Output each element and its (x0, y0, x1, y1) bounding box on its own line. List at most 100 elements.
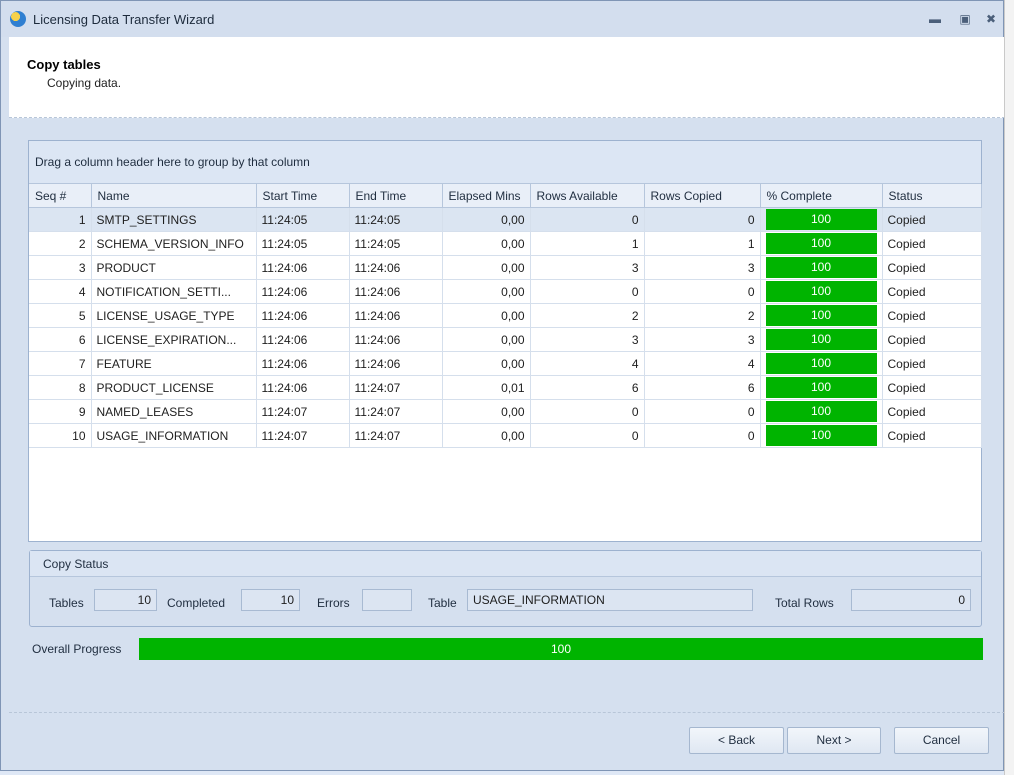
row-name-cell: PRODUCT (91, 255, 257, 280)
column-header[interactable]: Rows Copied (644, 184, 761, 208)
back-button[interactable]: < Back (689, 727, 784, 754)
column-header[interactable]: Status (882, 184, 982, 208)
percent-complete-cell: 100 (760, 423, 883, 448)
minimize-button[interactable]: ▬ (924, 9, 946, 29)
row-available-cell: 3 (530, 255, 645, 280)
table-row[interactable]: 9 NAMED_LEASES 11:24:07 11:24:07 0,00 0 0 100 Co… (29, 399, 982, 424)
row-available-cell: 2 (530, 303, 645, 328)
table-row[interactable]: 5 LICENSE_USAGE_TYPE 11:24:06 11:24:06 0,00 2… (29, 303, 982, 328)
completed-label: Completed (167, 596, 226, 610)
row-end-cell: 11:24:06 (349, 327, 443, 352)
row-status-cell: Copied (882, 351, 982, 376)
row-available-cell: 3 (530, 327, 645, 352)
row-available-cell: 0 (530, 279, 645, 304)
table-row[interactable]: 3 PRODUCT 11:24:06 11:24:06 0,00 3 3 100 Copied (29, 255, 982, 280)
grid-table: Seq # Name Start Time End Time Elapsed M… (29, 184, 982, 448)
row-available-cell: 1 (530, 231, 645, 256)
percent-complete-bar: 100 (765, 281, 877, 302)
row-available-cell: 0 (530, 399, 645, 424)
table-row[interactable]: 8 PRODUCT_LICENSE 11:24:06 11:24:07 0,01 6 6 10… (29, 375, 982, 400)
column-header[interactable]: Start Time (256, 184, 350, 208)
percent-complete-cell: 100 (760, 375, 883, 400)
table-row[interactable]: 10 USAGE_INFORMATION 11:24:07 11:24:07 0,00 0… (29, 423, 982, 448)
row-start-cell: 11:24:06 (256, 255, 350, 280)
row-start-cell: 11:24:06 (256, 279, 350, 304)
row-copied-cell: 2 (644, 303, 761, 328)
percent-complete-bar: 100 (765, 233, 877, 254)
table-row[interactable]: 2 SCHEMA_VERSION_INFO 11:24:05 11:24:05 0,00… (29, 231, 982, 256)
row-copied-cell: 6 (644, 375, 761, 400)
row-status-cell: Copied (882, 423, 982, 448)
row-name-cell: NOTIFICATION_SETTI... (91, 279, 257, 304)
close-button[interactable]: ✖ (980, 9, 1002, 29)
row-name-cell: NAMED_LEASES (91, 399, 257, 424)
row-copied-cell: 3 (644, 255, 761, 280)
table-row[interactable]: 6 LICENSE_EXPIRATION... 11:24:06 11:24:06 0,… (29, 327, 982, 352)
overall-progress-bar: 100 (139, 638, 983, 660)
row-status-cell: Copied (882, 279, 982, 304)
errors-count-field (362, 589, 412, 611)
row-name-cell: SMTP_SETTINGS (91, 207, 257, 232)
row-end-cell: 11:24:07 (349, 423, 443, 448)
row-name-cell: FEATURE (91, 351, 257, 376)
row-status-cell: Copied (882, 231, 982, 256)
row-seq-cell: 10 (29, 423, 92, 448)
footer-divider (9, 712, 1005, 713)
row-elapsed-cell: 0,00 (442, 351, 531, 376)
percent-complete-cell: 100 (760, 327, 883, 352)
percent-complete-cell: 100 (760, 279, 883, 304)
table-row[interactable]: 4 NOTIFICATION_SETTI... 11:24:06 11:24:06 0,… (29, 279, 982, 304)
tables-count-field: 10 (94, 589, 157, 611)
column-header[interactable]: Seq # (29, 184, 92, 208)
table-row[interactable]: 7 FEATURE 11:24:06 11:24:06 0,00 4 4 100 Copied (29, 351, 982, 376)
row-copied-cell: 0 (644, 207, 761, 232)
row-status-cell: Copied (882, 327, 982, 352)
row-elapsed-cell: 0,00 (442, 255, 531, 280)
row-end-cell: 11:24:07 (349, 399, 443, 424)
row-elapsed-cell: 0,01 (442, 375, 531, 400)
row-end-cell: 11:24:05 (349, 231, 443, 256)
background-window-edge (1004, 0, 1014, 775)
row-seq-cell: 4 (29, 279, 92, 304)
table-row[interactable]: 1 SMTP_SETTINGS 11:24:05 11:24:05 0,00 0 0 100 C… (29, 207, 982, 232)
page-title: Copy tables (27, 57, 101, 72)
row-name-cell: PRODUCT_LICENSE (91, 375, 257, 400)
copy-status-title: Copy Status (43, 557, 109, 571)
row-elapsed-cell: 0,00 (442, 423, 531, 448)
group-panel[interactable]: Drag a column header here to group by th… (29, 141, 981, 184)
column-header[interactable]: End Time (349, 184, 443, 208)
total-rows-label: Total Rows (775, 596, 834, 610)
row-seq-cell: 5 (29, 303, 92, 328)
column-header[interactable]: Elapsed Mins (442, 184, 531, 208)
row-available-cell: 4 (530, 351, 645, 376)
maximize-button[interactable]: ▣ (954, 9, 976, 29)
row-start-cell: 11:24:06 (256, 351, 350, 376)
row-end-cell: 11:24:06 (349, 351, 443, 376)
grid-header-row: Seq # Name Start Time End Time Elapsed M… (29, 184, 982, 208)
percent-complete-bar: 100 (765, 257, 877, 278)
percent-complete-bar: 100 (765, 209, 877, 230)
row-available-cell: 6 (530, 375, 645, 400)
row-end-cell: 11:24:06 (349, 303, 443, 328)
row-copied-cell: 4 (644, 351, 761, 376)
cancel-button[interactable]: Cancel (894, 727, 989, 754)
tables-label: Tables (49, 596, 84, 610)
next-button[interactable]: Next > (787, 727, 881, 754)
row-elapsed-cell: 0,00 (442, 279, 531, 304)
column-header[interactable]: Name (91, 184, 257, 208)
row-status-cell: Copied (882, 207, 982, 232)
wizard-window: Licensing Data Transfer Wizard ▬ ▣ ✖ Cop… (0, 0, 1005, 771)
copy-status-header: Copy Status (30, 551, 981, 577)
wizard-header: Copy tables Copying data. (9, 37, 1005, 118)
column-header[interactable]: % Complete (760, 184, 883, 208)
row-start-cell: 11:24:05 (256, 207, 350, 232)
row-status-cell: Copied (882, 303, 982, 328)
column-header[interactable]: Rows Available (530, 184, 645, 208)
percent-complete-cell: 100 (760, 399, 883, 424)
row-copied-cell: 3 (644, 327, 761, 352)
row-start-cell: 11:24:07 (256, 423, 350, 448)
overall-progress-label: Overall Progress (32, 642, 122, 656)
title-bar: Licensing Data Transfer Wizard ▬ ▣ ✖ (1, 1, 1003, 37)
row-start-cell: 11:24:06 (256, 327, 350, 352)
row-end-cell: 11:24:06 (349, 279, 443, 304)
